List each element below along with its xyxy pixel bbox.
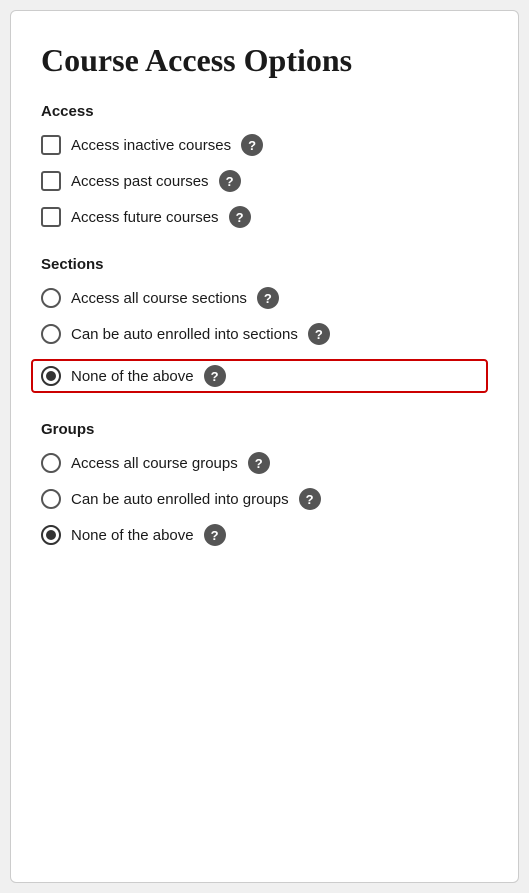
checkbox-access-past[interactable] [41,171,61,191]
option-row-sections-all: Access all course sections? [41,287,488,309]
label-groups-none: None of the above [71,527,194,544]
checkbox-access-inactive[interactable] [41,135,61,155]
label-access-past: Access past courses [71,173,209,190]
checkbox-access-future[interactable] [41,207,61,227]
radio-groups-none[interactable] [41,525,61,545]
option-row-access-future: Access future courses? [41,206,488,228]
help-icon-access-inactive[interactable]: ? [241,134,263,156]
option-row-access-inactive: Access inactive courses? [41,134,488,156]
label-sections-auto: Can be auto enrolled into sections [71,326,298,343]
section-label-sections: Sections [41,256,488,273]
help-icon-access-past[interactable]: ? [219,170,241,192]
help-icon-sections-all[interactable]: ? [257,287,279,309]
help-icon-groups-auto[interactable]: ? [299,488,321,510]
label-sections-all: Access all course sections [71,290,247,307]
radio-sections-none[interactable] [41,366,61,386]
section-label-access: Access [41,103,488,120]
label-sections-none: None of the above [71,368,194,385]
radio-sections-all[interactable] [41,288,61,308]
option-row-access-past: Access past courses? [41,170,488,192]
sections-container: AccessAccess inactive courses?Access pas… [41,103,488,546]
help-icon-groups-none[interactable]: ? [204,524,226,546]
label-groups-auto: Can be auto enrolled into groups [71,491,289,508]
radio-sections-auto[interactable] [41,324,61,344]
option-row-groups-all: Access all course groups? [41,452,488,474]
label-groups-all: Access all course groups [71,455,238,472]
help-icon-sections-auto[interactable]: ? [308,323,330,345]
option-row-sections-none: None of the above? [31,359,488,393]
option-row-sections-auto: Can be auto enrolled into sections? [41,323,488,345]
section-sections: SectionsAccess all course sections?Can b… [41,256,488,393]
section-groups: GroupsAccess all course groups?Can be au… [41,421,488,546]
help-icon-groups-all[interactable]: ? [248,452,270,474]
section-access: AccessAccess inactive courses?Access pas… [41,103,488,228]
help-icon-sections-none[interactable]: ? [204,365,226,387]
option-row-groups-auto: Can be auto enrolled into groups? [41,488,488,510]
option-row-groups-none: None of the above? [41,524,488,546]
help-icon-access-future[interactable]: ? [229,206,251,228]
radio-groups-auto[interactable] [41,489,61,509]
section-label-groups: Groups [41,421,488,438]
page-title: Course Access Options [41,41,488,79]
radio-groups-all[interactable] [41,453,61,473]
label-access-inactive: Access inactive courses [71,137,231,154]
course-access-options-card: Course Access Options Access Access inact… [10,10,519,883]
label-access-future: Access future courses [71,209,219,226]
